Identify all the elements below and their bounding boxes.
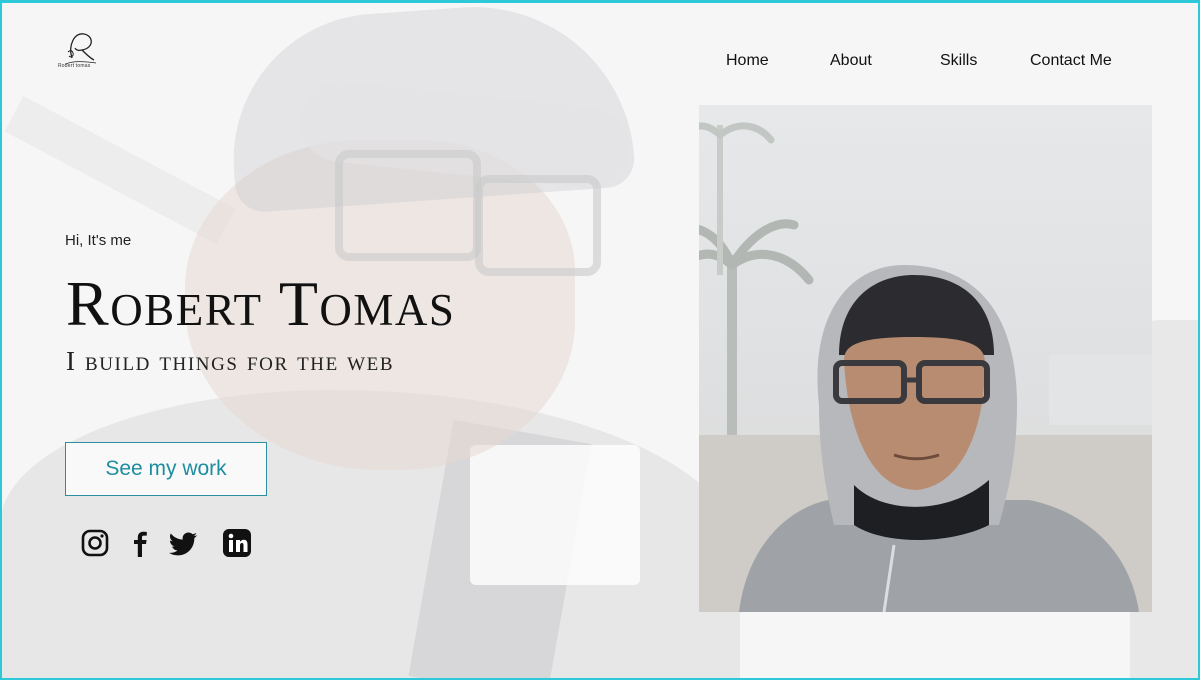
profile-photo bbox=[699, 105, 1152, 612]
hero-tagline: I build things for the web bbox=[66, 346, 395, 376]
instagram-icon[interactable] bbox=[79, 527, 111, 559]
hero-name: Robert Tomas bbox=[66, 268, 456, 339]
greeting-text: Hi, It's me bbox=[65, 232, 132, 249]
nav-home[interactable]: Home bbox=[726, 52, 769, 70]
twitter-icon[interactable] bbox=[167, 527, 199, 559]
see-my-work-button[interactable]: See my work bbox=[65, 442, 267, 496]
main-nav: Home About Skills Contact Me bbox=[0, 52, 1200, 74]
linkedin-icon[interactable] bbox=[221, 527, 253, 559]
nav-contact-me[interactable]: Contact Me bbox=[1030, 52, 1112, 70]
nav-about[interactable]: About bbox=[830, 52, 872, 70]
facebook-icon[interactable] bbox=[124, 527, 156, 559]
nav-skills[interactable]: Skills bbox=[940, 52, 977, 70]
